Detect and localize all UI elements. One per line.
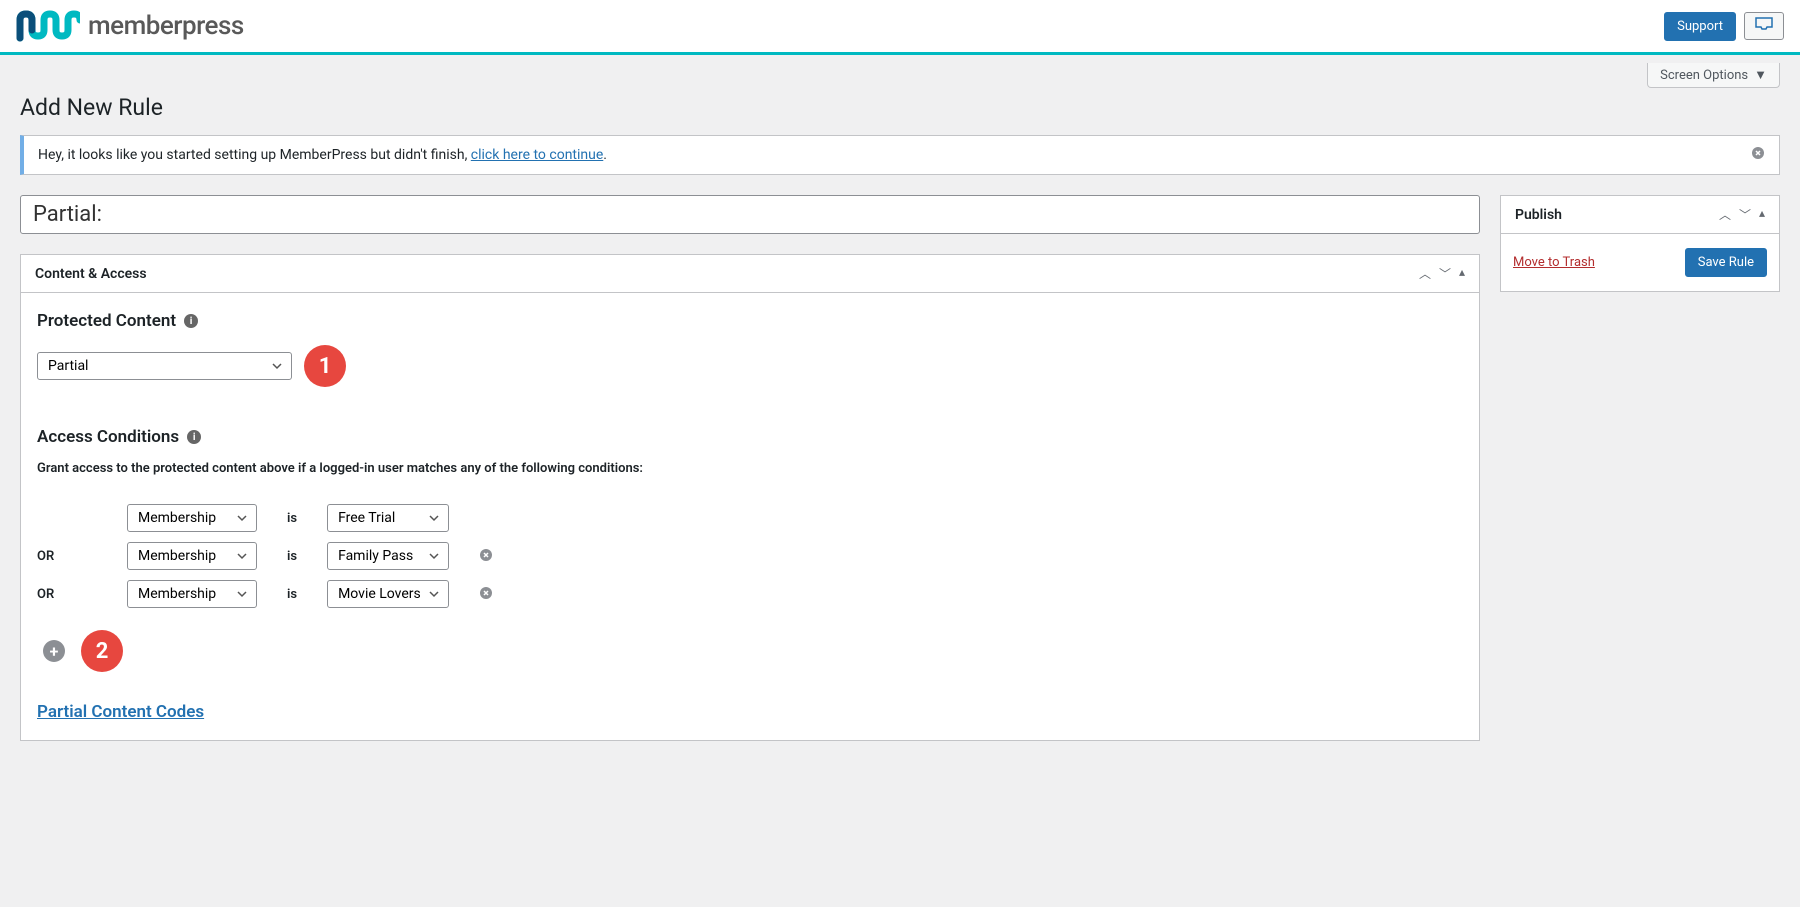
- content-wrap: Screen Options ▼ Add New Rule Hey, it lo…: [0, 55, 1800, 771]
- or-label: OR: [37, 580, 127, 608]
- brand-name: memberpress: [88, 11, 244, 41]
- or-label: OR: [37, 542, 127, 570]
- close-icon: [1751, 146, 1765, 160]
- close-icon: [479, 586, 493, 600]
- header-actions: Support: [1664, 12, 1784, 41]
- remove-condition-button[interactable]: [479, 585, 493, 604]
- is-label: is: [287, 542, 327, 570]
- rule-title-input[interactable]: [20, 195, 1480, 234]
- main-column: Content & Access ︿ ﹀ ▴ Protected Content…: [20, 195, 1480, 741]
- screen-options-label: Screen Options: [1660, 68, 1748, 83]
- move-to-trash-link[interactable]: Move to Trash: [1513, 255, 1595, 270]
- condition-type-select[interactable]: Membership: [127, 542, 257, 570]
- info-icon[interactable]: i: [187, 430, 201, 444]
- condition-row: OR Membership is Family Pass: [37, 542, 523, 570]
- app-header: memberpress Support: [0, 0, 1800, 55]
- is-label: is: [287, 580, 327, 608]
- panel-down-icon[interactable]: ﹀: [1739, 206, 1751, 223]
- condition-value-select[interactable]: Movie Lovers: [327, 580, 449, 608]
- panel-title-publish: Publish: [1515, 207, 1562, 223]
- access-conditions-heading: Access Conditions i: [37, 427, 1463, 447]
- content-access-panel: Content & Access ︿ ﹀ ▴ Protected Content…: [20, 254, 1480, 741]
- add-condition-button[interactable]: +: [43, 640, 65, 662]
- condition-row: OR Membership is Movie Lovers: [37, 580, 523, 608]
- notice-text: Hey, it looks like you started setting u…: [38, 147, 607, 163]
- panel-title-content-access: Content & Access: [35, 266, 147, 282]
- close-icon: [479, 548, 493, 562]
- annotation-marker-1: 1: [304, 345, 346, 387]
- support-button[interactable]: Support: [1664, 12, 1736, 41]
- info-icon[interactable]: i: [184, 314, 198, 328]
- panel-collapse-icon[interactable]: ▴: [1759, 206, 1765, 223]
- annotation-marker-2: 2: [81, 630, 123, 672]
- panel-down-icon[interactable]: ﹀: [1439, 265, 1451, 282]
- memberpress-logo-icon: [16, 8, 80, 44]
- notice-dismiss-button[interactable]: [1751, 146, 1765, 164]
- inbox-button[interactable]: [1744, 12, 1784, 40]
- condition-type-select[interactable]: Membership: [127, 504, 257, 532]
- page-title: Add New Rule: [20, 94, 1780, 121]
- remove-condition-button[interactable]: [479, 547, 493, 566]
- save-rule-button[interactable]: Save Rule: [1685, 248, 1767, 277]
- is-label: is: [287, 504, 327, 532]
- inbox-icon: [1755, 17, 1773, 31]
- access-conditions-description: Grant access to the protected content ab…: [37, 461, 1463, 476]
- protected-content-heading: Protected Content i: [37, 311, 1463, 331]
- condition-value-select[interactable]: Free Trial: [327, 504, 449, 532]
- panel-collapse-icon[interactable]: ▴: [1459, 265, 1465, 282]
- side-column: Publish ︿ ﹀ ▴ Move to Trash Save Rule: [1500, 195, 1780, 741]
- condition-row: Membership is Free Trial: [37, 504, 523, 532]
- panel-up-icon[interactable]: ︿: [1719, 206, 1731, 223]
- panel-up-icon[interactable]: ︿: [1419, 265, 1431, 282]
- partial-content-codes-link[interactable]: Partial Content Codes: [37, 702, 204, 722]
- notice-continue-link[interactable]: click here to continue: [471, 147, 603, 163]
- protected-content-select[interactable]: Partial: [37, 352, 292, 380]
- condition-value-select[interactable]: Family Pass: [327, 542, 449, 570]
- publish-panel: Publish ︿ ﹀ ▴ Move to Trash Save Rule: [1500, 195, 1780, 292]
- brand-logo: memberpress: [16, 8, 244, 44]
- condition-type-select[interactable]: Membership: [127, 580, 257, 608]
- screen-options-toggle[interactable]: Screen Options ▼: [1647, 63, 1780, 88]
- chevron-down-icon: ▼: [1754, 67, 1767, 83]
- setup-notice: Hey, it looks like you started setting u…: [20, 135, 1780, 175]
